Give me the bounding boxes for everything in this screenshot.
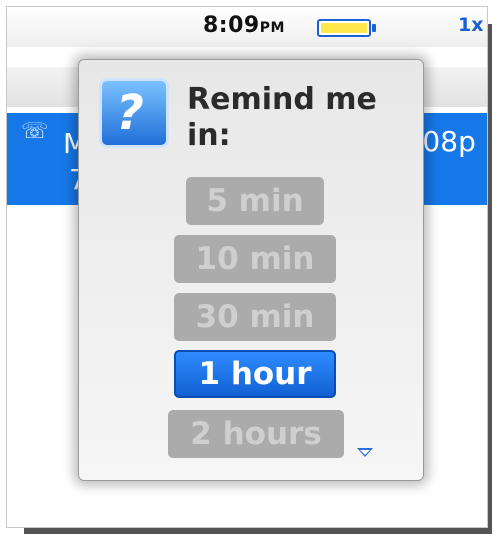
- clock-time: 8:09: [203, 13, 260, 38]
- dialog-title: Remind me in:: [187, 82, 377, 153]
- status-bar: 8:09PM 1x: [7, 7, 487, 47]
- scroll-down-icon[interactable]: [357, 448, 373, 457]
- option-10-min[interactable]: 10 min: [174, 235, 336, 283]
- missed-call-icon: ☏︎: [21, 119, 49, 144]
- option-30-min[interactable]: 30 min: [174, 293, 336, 341]
- option-1-hour[interactable]: 1 hour: [174, 350, 336, 398]
- clock-ampm: PM: [259, 20, 285, 36]
- battery-icon: [317, 19, 376, 37]
- option-2-hours[interactable]: 2 hours: [168, 410, 344, 458]
- battery-tip: [372, 24, 376, 32]
- remind-dialog: ? Remind me in: 5 min 10 min 30 min 1 ho…: [78, 59, 424, 481]
- device-screen: 8:09PM 1x ☏︎ M :08p 7 ? Remind me in: 5 …: [6, 6, 488, 528]
- network-indicator: 1x: [458, 14, 484, 36]
- clock: 8:09PM: [203, 13, 285, 38]
- battery-fill: [321, 23, 367, 33]
- option-5-min[interactable]: 5 min: [186, 177, 324, 225]
- question-mark-icon: ?: [99, 78, 169, 148]
